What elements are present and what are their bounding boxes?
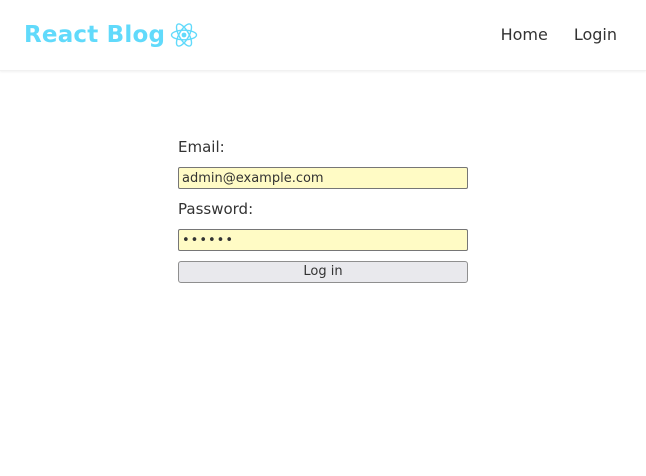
react-logo-icon	[170, 21, 198, 49]
nav-link-home[interactable]: Home	[501, 24, 548, 46]
email-input[interactable]	[178, 167, 468, 189]
password-input[interactable]	[178, 229, 468, 251]
brand-title: React Blog	[24, 22, 166, 48]
login-form: Email: Password: Log in	[178, 136, 468, 283]
brand-link[interactable]: React Blog	[24, 19, 198, 51]
navbar: React Blog Home Login	[0, 0, 646, 71]
nav-links: Home Login	[501, 24, 617, 46]
nav-link-login[interactable]: Login	[574, 24, 617, 46]
password-label: Password:	[178, 200, 254, 218]
email-label: Email:	[178, 138, 225, 156]
login-button[interactable]: Log in	[178, 261, 468, 283]
